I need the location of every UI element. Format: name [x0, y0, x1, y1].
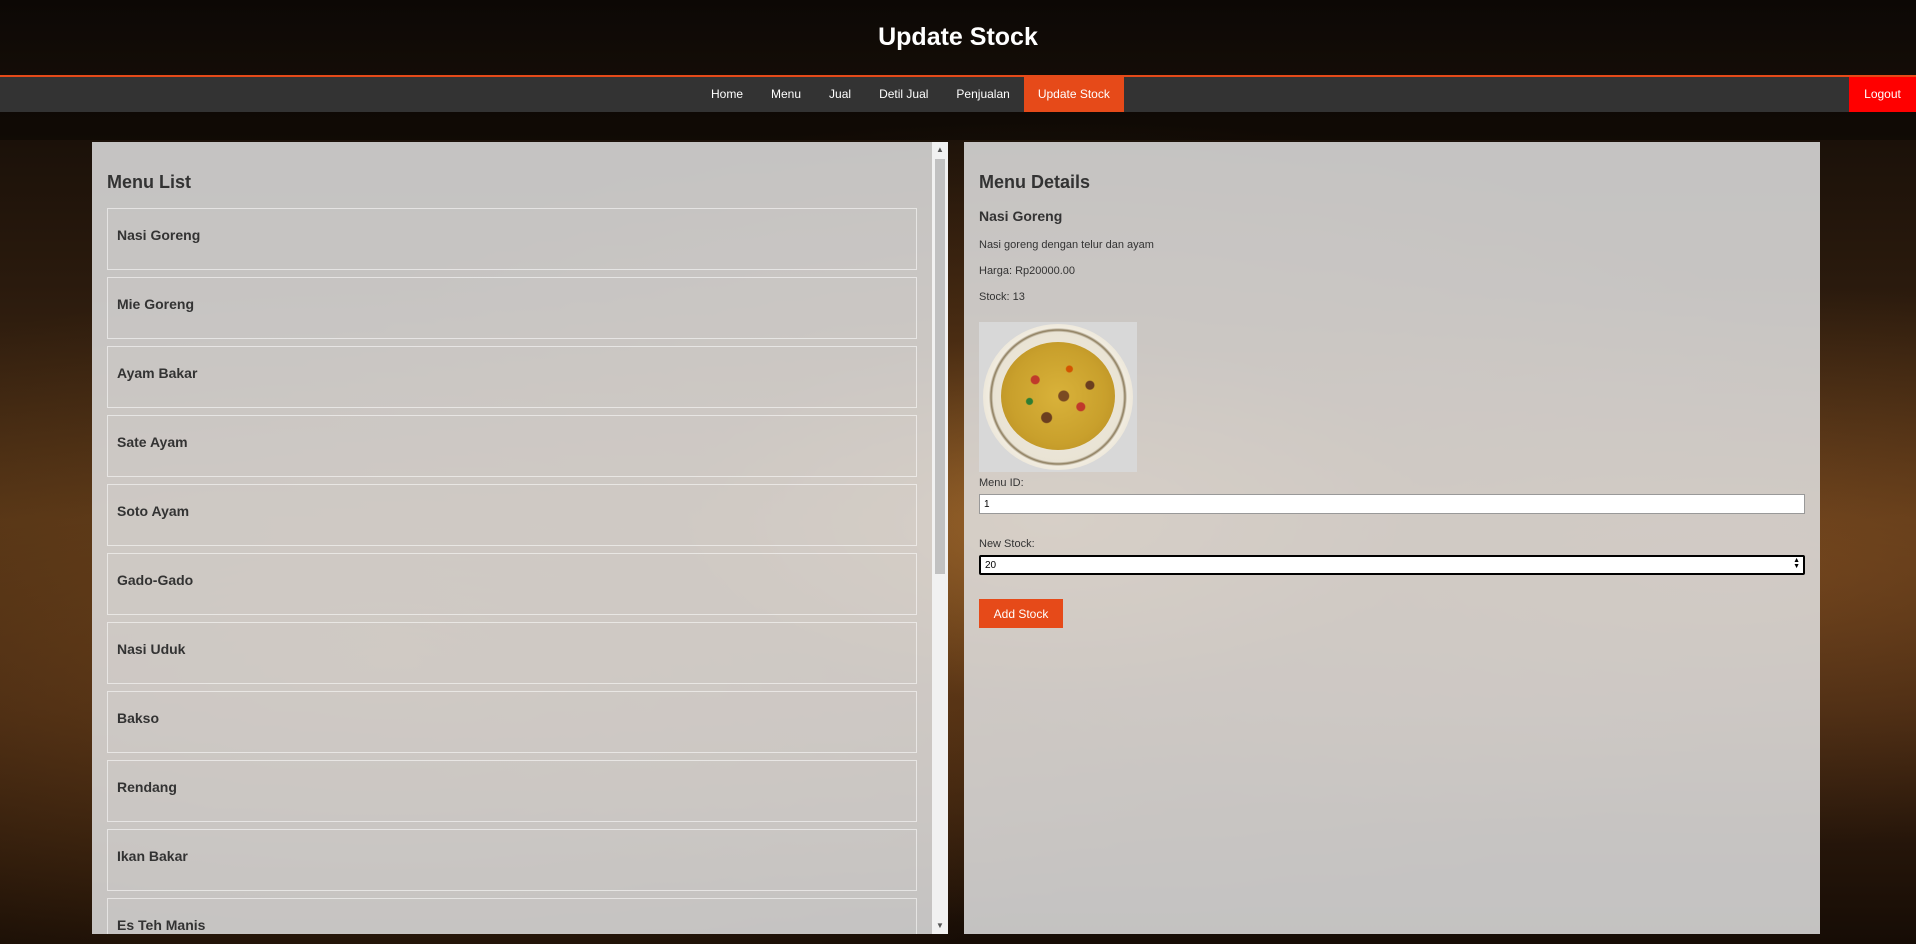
- nav-item-update-stock[interactable]: Update Stock: [1023, 77, 1124, 112]
- menu-id-label: Menu ID:: [979, 477, 1024, 489]
- menu-list-item[interactable]: Es Teh Manis: [107, 898, 917, 934]
- menu-details-title: Menu Details: [979, 172, 1091, 192]
- new-stock-label: New Stock:: [979, 538, 1035, 550]
- menu-list-item[interactable]: Bakso: [107, 691, 917, 753]
- new-stock-field: ▲▼: [979, 555, 1805, 575]
- menu-list-item[interactable]: Ikan Bakar: [107, 829, 917, 891]
- menu-list-panel: Menu List Nasi Goreng Mie Goreng Ayam Ba…: [92, 142, 948, 934]
- scrollbar-thumb[interactable]: [935, 159, 945, 574]
- nav-item-penjualan[interactable]: Penjualan: [942, 77, 1023, 112]
- menu-list-item[interactable]: Rendang: [107, 760, 917, 822]
- triangle-up-icon[interactable]: ▲: [932, 142, 948, 158]
- menu-list-item[interactable]: Nasi Uduk: [107, 622, 917, 684]
- add-stock-button[interactable]: Add Stock: [979, 599, 1063, 628]
- menu-list-item[interactable]: Gado-Gado: [107, 553, 917, 615]
- menu-list: Nasi Goreng Mie Goreng Ayam Bakar Sate A…: [107, 208, 917, 934]
- new-stock-input[interactable]: [979, 555, 1805, 575]
- background-shade: [0, 112, 1916, 140]
- detail-stock: Stock: 13: [979, 291, 1025, 303]
- nav-item-detil-jual[interactable]: Detil Jual: [865, 77, 942, 112]
- logout-button[interactable]: Logout: [1849, 77, 1916, 112]
- menu-list-item[interactable]: Ayam Bakar: [107, 346, 917, 408]
- menu-details-panel: Menu Details Nasi Goreng Nasi goreng den…: [964, 142, 1820, 934]
- detail-menu-name: Nasi Goreng: [979, 208, 1063, 224]
- nav-bar: Home Menu Jual Detil Jual Penjualan Upda…: [0, 75, 1916, 112]
- page-title: Update Stock: [878, 23, 1038, 51]
- menu-id-input[interactable]: [979, 494, 1805, 514]
- menu-list-item[interactable]: Soto Ayam: [107, 484, 917, 546]
- menu-list-item[interactable]: Mie Goreng: [107, 277, 917, 339]
- nav-item-menu[interactable]: Menu: [757, 77, 815, 112]
- menu-list-title: Menu List: [107, 172, 191, 192]
- fried-rice-graphic: [1001, 342, 1115, 450]
- detail-price: Harga: Rp20000.00: [979, 265, 1076, 277]
- spinner-icon[interactable]: ▲ ▼: [1793, 557, 1800, 570]
- nav-items: Home Menu Jual Detil Jual Penjualan Upda…: [697, 77, 1124, 112]
- menu-list-scrollbar[interactable]: ▲ ▼: [932, 142, 948, 934]
- page-header: Update Stock: [0, 0, 1916, 75]
- nav-item-home[interactable]: Home: [697, 77, 757, 112]
- menu-list-item[interactable]: Sate Ayam: [107, 415, 917, 477]
- menu-item-image: [979, 322, 1137, 472]
- nav-item-jual[interactable]: Jual: [815, 77, 865, 112]
- menu-list-item[interactable]: Nasi Goreng: [107, 208, 917, 270]
- detail-description: Nasi goreng dengan telur dan ayam: [979, 239, 1154, 251]
- triangle-down-icon[interactable]: ▼: [932, 918, 948, 934]
